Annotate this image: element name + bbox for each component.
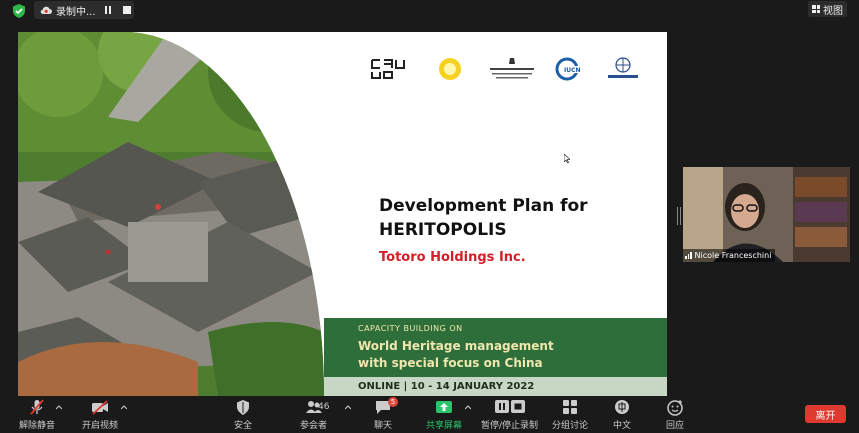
- participants-label: 参会者: [300, 421, 328, 431]
- signal-strength-icon: [685, 252, 692, 259]
- participant-video-tile[interactable]: Nicole Franceschini: [683, 167, 850, 262]
- recording-indicator: 录制中...: [34, 1, 134, 19]
- svg-text:IUCN: IUCN: [564, 67, 581, 74]
- leave-meeting-button[interactable]: 离开: [805, 405, 846, 423]
- start-video-label: 开启视频: [82, 421, 119, 431]
- share-screen-button[interactable]: 共享屏幕: [426, 399, 462, 431]
- language-label: 中文: [613, 421, 632, 431]
- start-video-button[interactable]: 开启视频: [82, 399, 118, 431]
- iccrom-logo: [608, 57, 638, 78]
- shield-icon: [237, 400, 249, 415]
- banner-dates: ONLINE | 10 - 14 JANUARY 2022: [324, 377, 667, 396]
- banner-heading-line-2: with special focus on China: [358, 356, 543, 370]
- pause-stop-recording-label: 暂停/停止录制: [481, 421, 539, 431]
- meeting-toolbar: 解除静音 开启视频 安全 46 参会者 5 聊天 共享屏幕 暂停/停止录制 分组…: [0, 397, 859, 433]
- view-button[interactable]: 视图: [808, 1, 847, 17]
- grid-view-icon: [812, 5, 820, 13]
- participant-name-tag: Nicole Franceschini: [683, 249, 776, 262]
- chat-label: 聊天: [374, 421, 393, 431]
- video-off-icon: [92, 400, 108, 415]
- participant-video-feed: [683, 167, 850, 262]
- security-button[interactable]: 安全: [234, 399, 252, 431]
- share-screen-label: 共享屏幕: [426, 421, 463, 431]
- participants-options-caret-icon[interactable]: [345, 405, 351, 410]
- chat-icon-wrap: 5: [374, 397, 398, 416]
- banner-kicker: CAPACITY BUILDING ON: [358, 324, 463, 333]
- reactions-button[interactable]: 回应: [666, 399, 684, 431]
- breakout-rooms-label: 分组讨论: [552, 421, 589, 431]
- partner-logos: IUCN: [370, 56, 640, 82]
- iucn-logo: IUCN: [555, 57, 581, 81]
- chat-button[interactable]: 5 聊天: [374, 397, 398, 431]
- banner-heading-line-1: World Heritage management: [358, 339, 554, 353]
- reaction-icon: [667, 400, 683, 416]
- pause-stop-recording-button[interactable]: 暂停/停止录制: [481, 399, 538, 431]
- participant-name: Nicole Franceschini: [694, 251, 772, 260]
- banner-dates-text: ONLINE | 10 - 14 JANUARY 2022: [358, 381, 535, 392]
- audio-options-caret-icon[interactable]: [56, 405, 62, 410]
- share-options-caret-icon[interactable]: [465, 405, 471, 410]
- participants-count: 46: [318, 402, 330, 412]
- course-banner: CAPACITY BUILDING ON World Heritage mana…: [324, 318, 667, 377]
- unmute-button[interactable]: 解除静音: [19, 399, 55, 431]
- breakout-rooms-button[interactable]: 分组讨论: [552, 399, 588, 431]
- video-options-caret-icon[interactable]: [121, 405, 127, 410]
- title-line-1: Development Plan for: [379, 196, 588, 216]
- title-line-2: HERITOPOLIS: [379, 220, 507, 240]
- shared-screen: IUCN Development Plan for HERITOPOLIS To…: [18, 32, 667, 396]
- slide-title: Development Plan for HERITOPOLIS: [379, 194, 588, 242]
- pause-stop-record-icon: [494, 400, 525, 413]
- security-shield-icon[interactable]: [11, 3, 27, 19]
- pause-recording-icon[interactable]: [104, 6, 112, 14]
- stop-recording-icon[interactable]: [123, 6, 131, 14]
- unmute-label: 解除静音: [19, 421, 56, 431]
- participants-button[interactable]: 46 参会者: [300, 399, 330, 431]
- slide-photo-ancient-village: [18, 32, 324, 396]
- slide-subtitle: Totoro Holdings Inc.: [379, 250, 526, 265]
- banner-heading: World Heritage management with special f…: [358, 338, 554, 372]
- security-label: 安全: [234, 421, 253, 431]
- cloud-record-icon: [40, 6, 52, 15]
- breakout-rooms-icon: [563, 400, 577, 414]
- view-label: 视图: [823, 5, 843, 17]
- mouse-cursor-icon: [564, 154, 570, 163]
- recording-label: 录制中...: [56, 6, 96, 18]
- panel-splitter[interactable]: [677, 207, 681, 225]
- caah-logo: [371, 59, 405, 79]
- reactions-label: 回应: [666, 421, 685, 431]
- share-screen-icon: [436, 401, 452, 413]
- sun-emblem-logo: [439, 58, 461, 80]
- language-button[interactable]: 中文: [613, 399, 631, 431]
- chat-unread-badge: 5: [388, 397, 398, 407]
- mic-muted-icon: [30, 399, 44, 415]
- language-icon: [615, 400, 629, 414]
- norway-ministry-logo: [490, 58, 534, 79]
